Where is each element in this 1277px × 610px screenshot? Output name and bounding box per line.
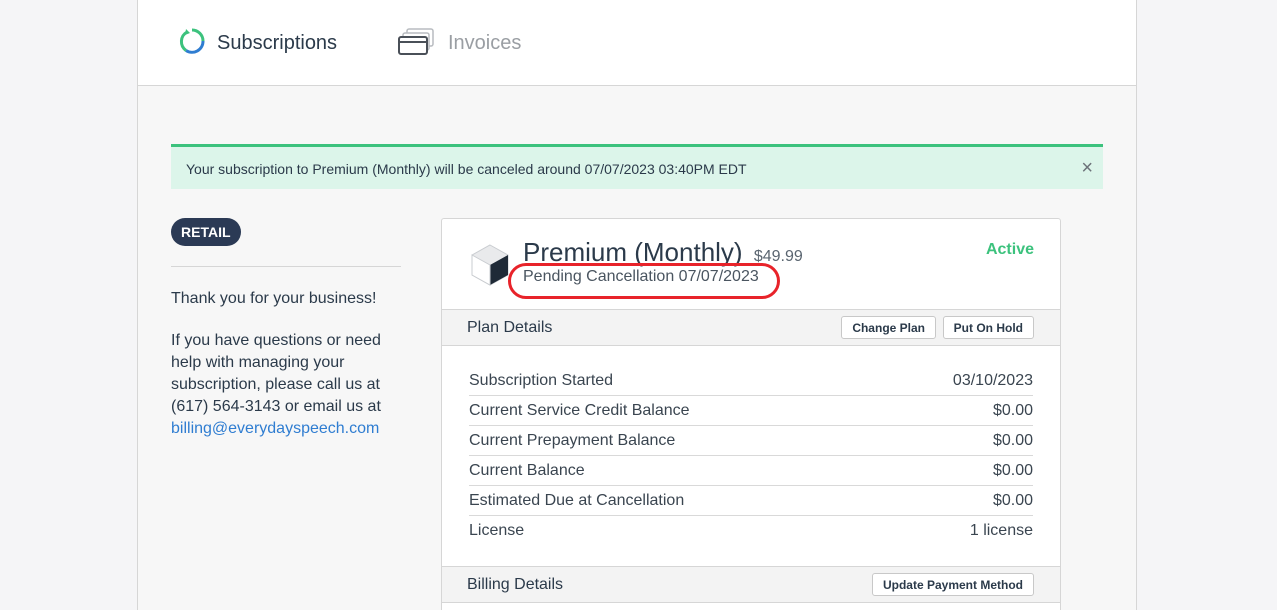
account-type-badge: RETAIL: [171, 218, 241, 246]
alert-message: Your subscription to Premium (Monthly) w…: [186, 161, 747, 177]
sidebar-divider: [171, 266, 401, 267]
row-label: Current Prepayment Balance: [469, 431, 676, 449]
plan-header: Premium (Monthly) $49.99 Pending Cancell…: [442, 219, 1060, 310]
row-label: Estimated Due at Cancellation: [469, 491, 685, 509]
table-row: Current Service Credit Balance $0.00: [469, 396, 1033, 426]
thanks-text: Thank you for your business!: [171, 290, 377, 307]
billing-email-link[interactable]: billing@everydayspeech.com: [171, 420, 379, 437]
close-icon[interactable]: ×: [1081, 158, 1093, 178]
change-plan-button[interactable]: Change Plan: [841, 316, 936, 339]
help-text: If you have questions or need help with …: [171, 332, 381, 415]
row-value: $0.00: [992, 461, 1033, 479]
row-label: License: [469, 522, 525, 539]
row-label: Current Service Credit Balance: [469, 401, 690, 419]
row-value: $0.00: [992, 401, 1033, 419]
table-row: Current Prepayment Balance $0.00: [469, 426, 1033, 456]
status-badge: Active: [985, 241, 1034, 258]
sidebar-help-text: Thank you for your business! If you have…: [171, 288, 401, 440]
row-value: $0.00: [992, 491, 1033, 509]
table-row: Current Balance $0.00: [469, 456, 1033, 486]
row-label: Current Balance: [469, 461, 585, 479]
table-row: Estimated Due at Cancellation $0.00: [469, 486, 1033, 516]
cancellation-alert: Your subscription to Premium (Monthly) w…: [171, 144, 1103, 189]
table-row: License 1 license: [469, 516, 1033, 546]
plan-details-title: Plan Details: [467, 319, 553, 336]
tab-invoices[interactable]: Invoices: [397, 26, 521, 60]
cube-icon: [470, 243, 510, 287]
row-label: Subscription Started: [469, 371, 614, 389]
tab-invoices-label: Invoices: [448, 31, 522, 54]
plan-details-list: Subscription Started 03/10/2023 Current …: [469, 366, 1033, 546]
row-value: $0.00: [992, 431, 1033, 449]
billing-details-bar: Billing Details Update Payment Method: [442, 566, 1060, 603]
update-payment-method-button[interactable]: Update Payment Method: [871, 573, 1034, 596]
tab-subscriptions-label: Subscriptions: [217, 31, 338, 54]
put-on-hold-button[interactable]: Put On Hold: [942, 316, 1034, 339]
tab-bar: Subscriptions Invoices: [138, 0, 1136, 86]
annotation-highlight: [508, 263, 780, 299]
tab-subscriptions[interactable]: Subscriptions: [178, 26, 337, 60]
row-value: 1 license: [969, 522, 1033, 539]
invoice-cards-icon: [397, 26, 437, 61]
refresh-cycle-icon: [178, 27, 206, 60]
table-row: Subscription Started 03/10/2023: [469, 366, 1033, 396]
sidebar: RETAIL Thank you for your business! If y…: [171, 218, 401, 437]
plan-details-bar: Plan Details Change Plan Put On Hold: [442, 309, 1060, 346]
billing-details-title: Billing Details: [467, 576, 564, 593]
row-value: 03/10/2023: [952, 371, 1033, 389]
subscription-card: Premium (Monthly) $49.99 Pending Cancell…: [441, 218, 1061, 610]
app-frame: Subscriptions Invoices Your subscription…: [137, 0, 1137, 610]
